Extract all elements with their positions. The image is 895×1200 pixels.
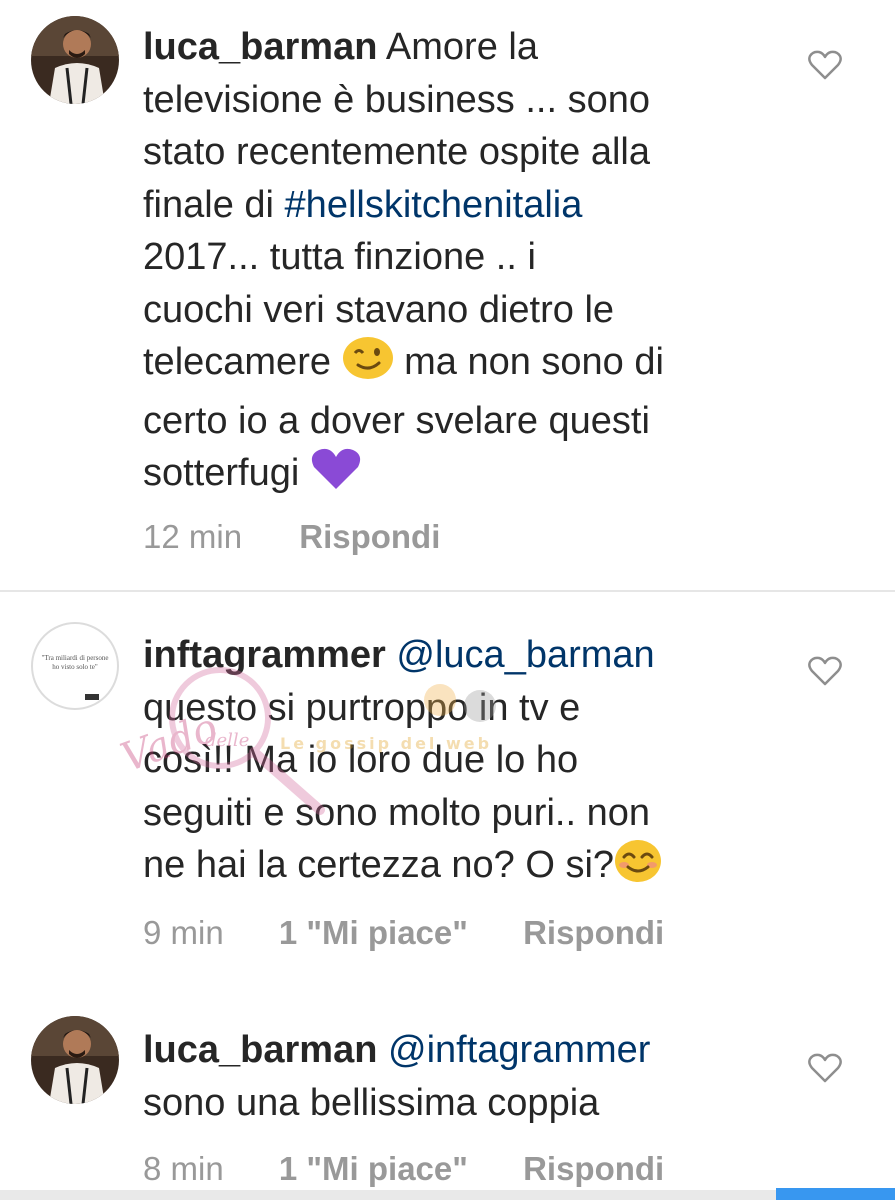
mention-link[interactable]: @inftagrammer (388, 1029, 650, 1071)
hashtag-link[interactable]: #hellskitchenitalia (285, 184, 583, 226)
comment-text-part: Amore la (385, 26, 538, 68)
timestamp: 12 min (143, 518, 243, 555)
comment-text-part: questo si purtroppo in tv e (143, 686, 581, 729)
mention-link[interactable]: @luca_barman (396, 634, 654, 676)
username[interactable]: inftagrammer (143, 634, 386, 676)
purple-heart-emoji-icon (310, 447, 362, 506)
like-heart-icon[interactable] (808, 656, 842, 686)
comment-text-part: ne hai la certezza no? O si? (143, 844, 615, 886)
comment-meta: 12 min Rispondi (143, 517, 440, 557)
comment-text-part: stato recentemente ospite alla (143, 131, 650, 173)
comment-text: inftagrammer @luca_barman questo si purt… (143, 629, 783, 898)
divider (0, 590, 895, 592)
comment-text-part: 2017... tutta finzione .. i (143, 236, 536, 278)
likes-count[interactable]: 1 "Mi piace" (279, 914, 468, 951)
comment-meta: 8 min 1 "Mi piace" Rispondi (143, 1149, 664, 1189)
avatar[interactable]: "Tra miliardi di persone ho visto solo t… (31, 622, 119, 710)
reply-button[interactable]: Rispondi (299, 518, 440, 555)
avatar-quote: "Tra miliardi di persone ho visto solo t… (41, 654, 109, 671)
man-photo-avatar-icon (31, 1016, 119, 1104)
comment-text-part: così!! Ma io loro due lo ho (143, 739, 579, 781)
logo-icon (85, 694, 99, 700)
reply-button[interactable]: Rispondi (523, 914, 664, 951)
comment-text: luca_barman @inftagrammer sono una belli… (143, 1024, 783, 1129)
username[interactable]: luca_barman (143, 1029, 377, 1071)
comment-meta: 9 min 1 "Mi piace" Rispondi (143, 913, 664, 953)
avatar[interactable] (31, 1016, 119, 1104)
comment-text-part: finale di (143, 183, 285, 226)
man-photo-avatar-icon (31, 16, 119, 104)
comment-text-part: sono una bellissima coppia (143, 1081, 600, 1124)
like-heart-icon[interactable] (808, 1053, 842, 1083)
comment-text-part: telecamere (143, 341, 342, 383)
comment-text-part: cuochi veri stavano dietro le (143, 288, 615, 331)
comment-1: luca_barman Amore la televisione è busin… (0, 0, 895, 590)
likes-count[interactable]: 1 "Mi piace" (279, 1150, 468, 1187)
like-heart-icon[interactable] (808, 50, 842, 80)
reply-button[interactable]: Rispondi (523, 1150, 664, 1187)
bottom-accent-bar (776, 1188, 895, 1200)
timestamp: 9 min (143, 914, 224, 951)
username[interactable]: luca_barman (143, 26, 377, 68)
comment-text-part: sotterfugi (143, 452, 310, 494)
avatar[interactable] (31, 16, 119, 104)
comment-text-part: certo io a dover svelare questi (143, 399, 650, 442)
comment-text-part: televisione è business ... sono (143, 78, 650, 121)
timestamp: 8 min (143, 1150, 224, 1187)
bottom-bar (0, 1190, 895, 1200)
comment-text-part: seguiti e sono molto puri.. non (143, 791, 650, 834)
comment-text: luca_barman Amore la televisione è busin… (143, 21, 783, 506)
blush-smile-emoji-icon (614, 839, 662, 898)
comment-text-part: ma non sono di (393, 341, 664, 383)
wink-emoji-icon (342, 336, 394, 395)
